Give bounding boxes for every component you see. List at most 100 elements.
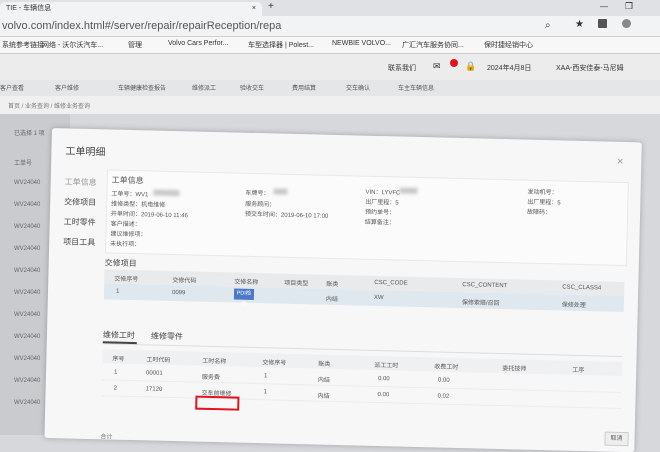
open-time: 开单时间：2019-06-10 11:46 (110, 211, 188, 220)
tab-item[interactable]: 维修派工 (192, 83, 216, 92)
order-info-panel: 工单信息 工单号：WV1 维修类型：机电维修 开单时间：2019-06-10 1… (104, 169, 629, 267)
bookmark-item[interactable]: NEWBIE VOLVO... (332, 40, 391, 47)
tab-labor[interactable]: 维修工时 (103, 329, 135, 341)
list-item[interactable]: WV24040 (14, 312, 40, 318)
cell: 0.00 (377, 392, 390, 399)
cell: 0.02 (437, 393, 450, 400)
col-header: 账类 (326, 281, 339, 289)
bookmark-item[interactable]: 广汇汽车服务协同... (402, 40, 464, 50)
list-item[interactable]: WV24040 (14, 180, 40, 186)
bookmark-item[interactable]: 系统参考链接 (2, 40, 44, 50)
list-item[interactable]: WV24040 (14, 224, 40, 230)
order-no: 工单号：WV1 (111, 191, 149, 199)
col-header: 工序 (572, 367, 585, 375)
mail-icon[interactable]: ✉ (433, 61, 441, 72)
contact-link[interactable]: 联系我们 (388, 63, 416, 73)
redacted-mask (153, 189, 180, 197)
restore-icon[interactable]: ❐ (625, 1, 633, 12)
cancel-button[interactable]: 取消 (604, 431, 629, 447)
suggest-items: 建议维修项： (110, 231, 147, 239)
list-item[interactable]: WV24040 (14, 334, 40, 340)
tab-item[interactable]: 车辆健康检查报告 (118, 83, 166, 92)
list-item[interactable]: WV24040 (14, 290, 40, 296)
not-done-items: 未执行项： (110, 241, 141, 249)
tab-title: TIE - 车辆信息 (6, 5, 52, 12)
side-nav-info[interactable]: 工单信息 (65, 176, 97, 188)
bookmark-item[interactable]: 车型选择器 | Polest... (248, 40, 314, 50)
cell: 保修索赔/召回 (461, 300, 500, 307)
list-item[interactable]: WV24040 (14, 378, 40, 384)
tab-parts[interactable]: 维修零件 (151, 330, 183, 342)
col-header: 交修序号 (114, 276, 139, 284)
bookmark-star-icon[interactable]: ★ (575, 19, 584, 30)
cell: 0.00 (437, 377, 450, 384)
repair-type: 维修类型：机电维修 (111, 201, 166, 209)
col-header: 项目类型 (284, 280, 309, 288)
side-nav-labor-parts[interactable]: 工时零件 (64, 216, 96, 228)
lock-icon: 🔒 (465, 61, 477, 71)
cell: 0099 (171, 289, 186, 297)
col-header: CSC_CONTENT (462, 282, 508, 290)
app-tabs: 客户查看 客户维修 车辆健康检查报告 维修派工 验收交车 费用结算 交车确认 车… (0, 80, 660, 97)
bookmark-item[interactable]: 管理 (128, 40, 142, 50)
tab-item[interactable]: 验收交车 (240, 83, 264, 92)
list-item[interactable]: WV24040 (14, 202, 40, 208)
redacted-mask (273, 188, 288, 195)
notification-badge (450, 59, 458, 67)
cell: 17120 (145, 386, 163, 393)
address-bar: volvo.com/index.html#/server/repair/repa… (0, 16, 660, 37)
work-order-detail-modal: 工单明细 × 工单信息 交修项目 工时零件 项目工具 工单信息 工单号：WV1 … (44, 128, 642, 452)
bookmark-item[interactable]: Volvo Cars Perfor... (168, 40, 228, 47)
bookmark-item[interactable]: 网络 - 沃尔沃汽车... (42, 40, 103, 50)
info-title: 工单信息 (111, 175, 144, 186)
breadcrumb: 首页 / 业务查询 / 维修业务查询 (0, 96, 660, 114)
factory-mileage: 出厂里程：5 (527, 199, 561, 207)
tab-item[interactable]: 费用结算 (292, 83, 316, 92)
cell: 内结 (317, 393, 330, 400)
tab-item[interactable]: 客户维修 (55, 83, 79, 92)
highlight-annotation (195, 395, 240, 411)
mileage: 出厂里程：5 (365, 199, 399, 207)
col-header: 账类 (318, 361, 331, 368)
side-nav-jobs[interactable]: 交修项目 (64, 196, 96, 208)
total-label: 合计 (100, 434, 113, 441)
selected-cell[interactable]: PDI检查 (233, 288, 255, 308)
sidebar-icon[interactable] (598, 19, 607, 28)
close-icon[interactable]: × (617, 156, 624, 168)
list-item[interactable]: WV24040 (14, 268, 40, 274)
bookmarks-bar: 系统参考链接 网络 - 沃尔沃汽车... 管理 Volvo Cars Perfo… (0, 37, 660, 54)
browser-tab-strip: TIE - 车辆信息 × + — ❐ (0, 0, 660, 16)
col-header: 派工工时 (374, 362, 399, 370)
url-input[interactable]: volvo.com/index.html#/server/repair/repa… (0, 18, 522, 34)
col-header: CSC_CODE (374, 279, 408, 287)
tab-item[interactable]: 车主车辆信息 (398, 83, 434, 92)
modal-title: 工单明细 (65, 146, 106, 159)
list-item[interactable]: WV24040 (14, 356, 40, 362)
profile-avatar[interactable] (622, 19, 631, 28)
close-icon[interactable]: × (252, 2, 256, 16)
browser-tab[interactable]: TIE - 车辆信息 × (0, 2, 262, 16)
col-header: 委托技师 (502, 366, 527, 373)
cell: 1 (263, 389, 268, 396)
cell: 1 (115, 288, 120, 295)
side-nav-tools[interactable]: 项目工具 (63, 236, 95, 248)
col-header: 收费工时 (434, 364, 459, 371)
bookmark-item[interactable]: 保时捷经销中心 (484, 40, 533, 50)
col-header: 工时名称 (202, 358, 227, 366)
list-header: 工单号 (14, 161, 33, 167)
cell: 服务费 (201, 374, 221, 382)
tab-item[interactable]: 交车确认 (346, 83, 370, 92)
minimize-icon[interactable]: — (600, 2, 608, 11)
list-item[interactable]: WV24040 (14, 400, 40, 406)
col-header: 交修序号 (262, 360, 287, 367)
list-item[interactable]: WV24040 (14, 246, 40, 252)
user-label[interactable]: XAA-西安佳泰-马尼姆 (556, 63, 624, 73)
pickup-time: 预交车时间：2019-06-10 17:00 (244, 211, 329, 220)
cell: XW (373, 294, 384, 302)
tab-item[interactable]: 客户查看 (0, 83, 24, 92)
zoom-icon[interactable]: ⌕ (545, 20, 551, 31)
breadcrumb-text: 首页 / 业务查询 / 维修业务查询 (8, 104, 91, 110)
cell: 内结 (325, 296, 338, 304)
new-tab-button[interactable]: + (268, 1, 274, 12)
engine-no: 发动机号： (527, 189, 558, 197)
